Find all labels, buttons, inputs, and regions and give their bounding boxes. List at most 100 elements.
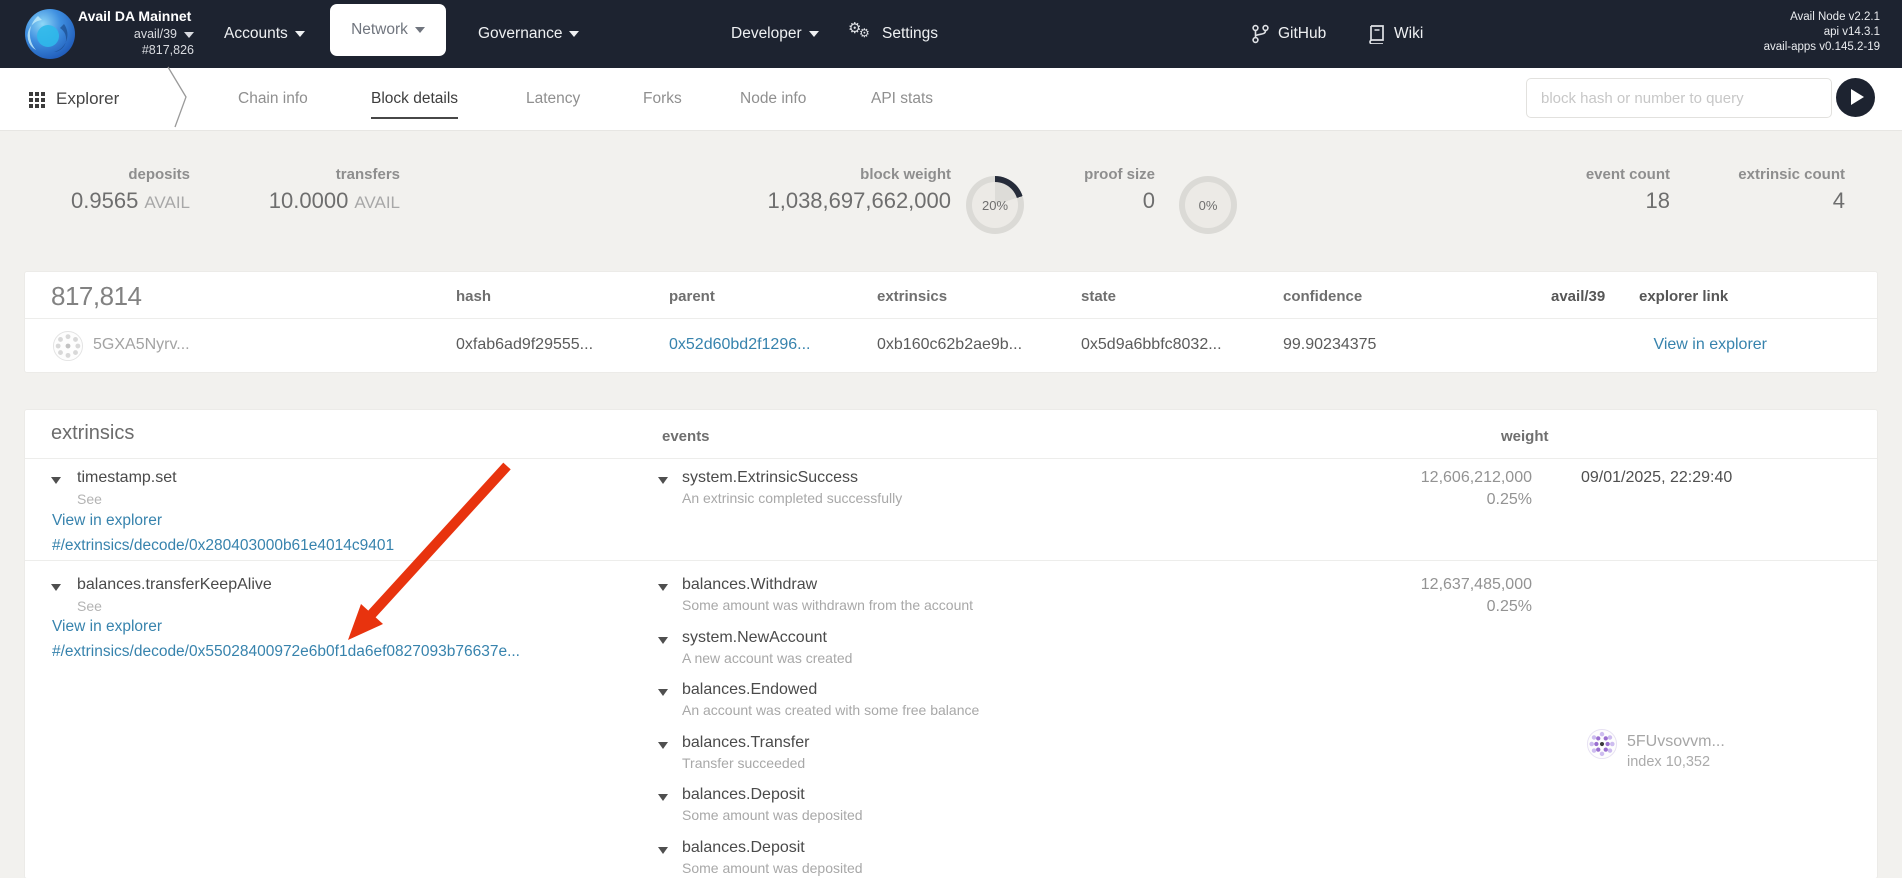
extrinsic-see: See [77, 598, 102, 614]
play-icon [1851, 89, 1864, 105]
stat-value: 0.9565 [71, 188, 138, 213]
expand-caret-icon[interactable] [658, 477, 668, 484]
view-in-explorer-link[interactable]: View in explorer [1653, 336, 1767, 354]
weight-cell: 12,606,212,000 0.25% [1302, 469, 1532, 509]
view-in-explorer-link[interactable]: View in explorer [52, 512, 162, 530]
version-info: Avail Node v2.2.1 api v14.3.1 avail-apps… [1764, 10, 1880, 55]
event-description: Some amount was deposited [682, 860, 863, 876]
app-label-explorer: Explorer [56, 89, 119, 109]
git-fork-icon [1252, 24, 1269, 44]
proof-size-gauge: 0% [1179, 176, 1237, 234]
stat-value: 1,038,697,662,000 [560, 188, 951, 214]
signer-identicon[interactable] [1587, 729, 1617, 759]
menu-developer[interactable]: Developer [731, 0, 819, 68]
block-hash: 0xfab6ad9f29555... [456, 336, 593, 354]
expand-caret-icon[interactable] [51, 477, 61, 484]
event-name: balances.Transfer [682, 734, 809, 752]
event-item: balances.Deposit Some amount was deposit… [682, 839, 863, 876]
stat-unit: AVAIL [354, 193, 400, 212]
event-description: A new account was created [682, 650, 852, 666]
stat-transfers: transfers 10.0000 AVAIL [214, 166, 400, 214]
expand-caret-icon[interactable] [51, 584, 61, 591]
breadcrumb-chevron-icon [166, 66, 190, 128]
stat-label: transfers [214, 166, 400, 183]
weight-percent: 0.25% [1302, 491, 1532, 509]
author-identicon[interactable] [53, 331, 83, 361]
chevron-down-icon [184, 32, 194, 38]
book-icon [1368, 25, 1385, 44]
chevron-down-icon [809, 31, 819, 37]
weight-percent: 0.25% [1302, 598, 1532, 616]
chain-selector[interactable]: avail/39 [78, 27, 194, 41]
menu-network[interactable]: Network [330, 4, 446, 56]
apps-version: avail-apps v0.145.2-19 [1764, 40, 1880, 55]
signer-index: index 10,352 [1627, 754, 1710, 770]
apps-grid-icon[interactable] [29, 92, 45, 108]
topbar: Avail DA Mainnet avail/39 #817,826 Accou… [0, 0, 1902, 68]
tab-forks[interactable]: Forks [643, 90, 682, 117]
chevron-down-icon [295, 31, 305, 37]
tab-block-details[interactable]: Block details [371, 90, 458, 119]
menu-network-label: Network [351, 21, 408, 39]
best-block-number: #817,826 [78, 43, 194, 57]
col-weight: weight [1501, 428, 1549, 445]
stat-label: extrinsic count [1690, 166, 1845, 183]
expand-caret-icon[interactable] [658, 794, 668, 801]
menu-developer-label: Developer [731, 25, 802, 43]
state-root: 0x5d9a6bbfc8032... [1081, 336, 1222, 354]
weight-value: 12,637,485,000 [1302, 576, 1532, 594]
parent-hash-link[interactable]: 0x52d60bd2f1296... [669, 336, 810, 354]
expand-caret-icon[interactable] [658, 584, 668, 591]
stat-value: 10.0000 [269, 188, 349, 213]
menu-settings[interactable]: ⚙⚙ Settings [848, 0, 938, 68]
search-go-button[interactable] [1836, 78, 1875, 117]
col-explorer-link: explorer link [1639, 288, 1728, 305]
block-row: 5GXA5Nyrv... 0xfab6ad9f29555... 0x52d60b… [25, 319, 1877, 372]
block-author-address[interactable]: 5GXA5Nyrv... [93, 336, 190, 354]
block-height: 817,814 [51, 281, 141, 312]
stat-value: 18 [1490, 188, 1670, 214]
event-item: system.NewAccount A new account was crea… [682, 629, 852, 666]
expand-caret-icon[interactable] [658, 847, 668, 854]
extrinsic-method: timestamp.set [77, 469, 177, 487]
expand-caret-icon[interactable] [658, 742, 668, 749]
avail-logo-icon[interactable] [24, 8, 76, 60]
stat-value: 0 [1010, 188, 1155, 214]
stat-block-weight: block weight 1,038,697,662,000 [560, 166, 951, 214]
event-item: balances.Endowed An account was created … [682, 681, 979, 718]
block-search-input[interactable] [1526, 78, 1832, 118]
wiki-label: Wiki [1394, 25, 1423, 43]
event-description: An extrinsic completed successfully [682, 490, 902, 506]
col-extrinsics: extrinsics [877, 288, 947, 305]
col-hash: hash [456, 288, 491, 305]
view-in-explorer-link[interactable]: View in explorer [52, 618, 162, 636]
menu-accounts[interactable]: Accounts [224, 0, 305, 68]
gears-icon: ⚙⚙ [848, 23, 874, 45]
tab-node-info[interactable]: Node info [740, 90, 806, 117]
tab-latency[interactable]: Latency [526, 90, 580, 117]
network-name: Avail DA Mainnet [78, 8, 194, 24]
col-events: events [662, 428, 710, 445]
menu-accounts-label: Accounts [224, 25, 288, 43]
extrinsic-decode-link[interactable]: #/extrinsics/decode/0x55028400972e6b0f1d… [52, 643, 520, 661]
extrinsic-see: See [77, 491, 102, 507]
stat-deposits: deposits 0.9565AVAIL [24, 166, 190, 214]
menu-settings-label: Settings [882, 25, 938, 43]
chevron-down-icon [569, 31, 579, 37]
tab-api-stats[interactable]: API stats [871, 90, 933, 117]
signer-address[interactable]: 5FUvsovvm... [1627, 733, 1725, 751]
event-name: system.ExtrinsicSuccess [682, 469, 902, 487]
event-name: balances.Withdraw [682, 576, 973, 594]
expand-caret-icon[interactable] [658, 689, 668, 696]
tab-chain-info[interactable]: Chain info [238, 90, 308, 117]
event-name: system.NewAccount [682, 629, 852, 647]
wiki-link[interactable]: Wiki [1368, 0, 1423, 68]
github-link[interactable]: GitHub [1252, 0, 1326, 68]
stat-proof-size: proof size 0 [1010, 166, 1155, 214]
expand-caret-icon[interactable] [658, 637, 668, 644]
explorer-page: Avail DA Mainnet avail/39 #817,826 Accou… [0, 0, 1902, 878]
extrinsic-decode-link[interactable]: #/extrinsics/decode/0x280403000b61e4014c… [52, 537, 394, 555]
stat-event-count: event count 18 [1490, 166, 1670, 214]
menu-governance[interactable]: Governance [478, 0, 579, 68]
event-name: balances.Endowed [682, 681, 979, 699]
